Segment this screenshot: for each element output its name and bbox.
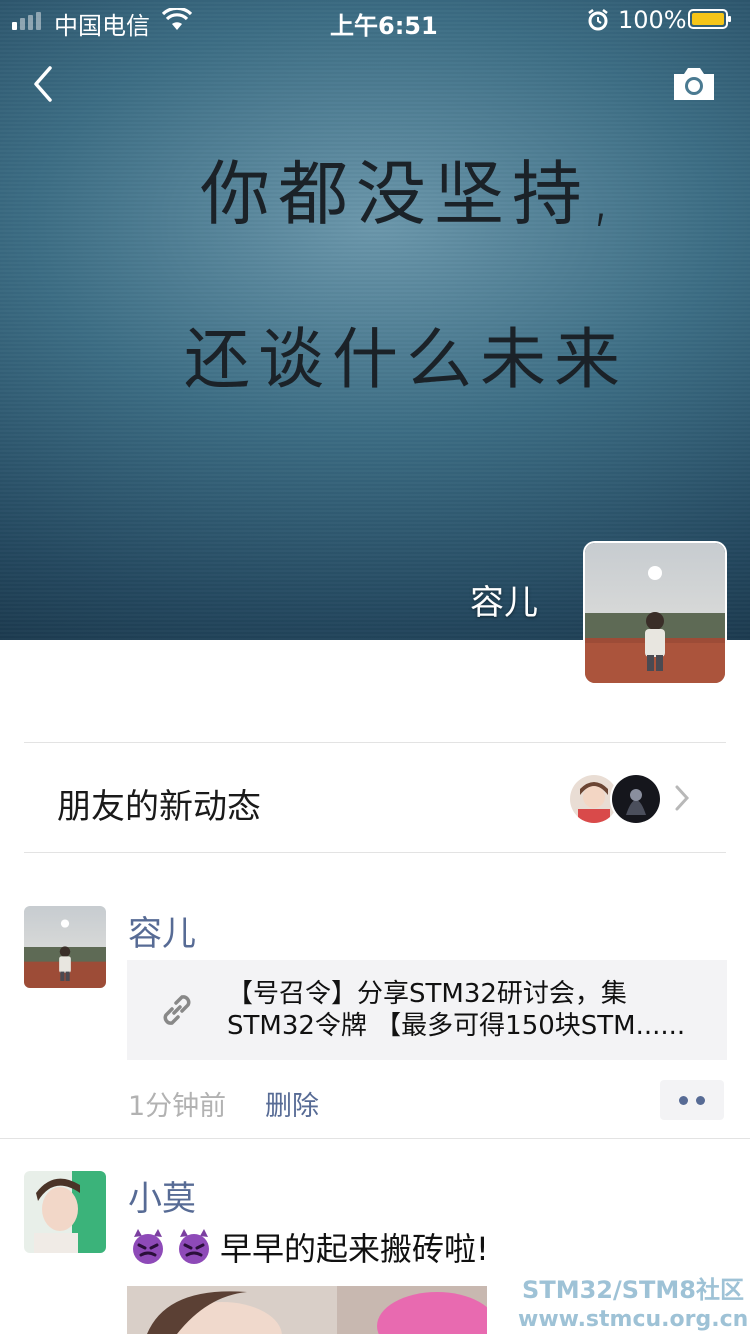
- divider: [0, 1138, 750, 1139]
- more-dot: [696, 1096, 705, 1105]
- devil-emoji-icon: [179, 1229, 209, 1264]
- post-author-name[interactable]: 小莫: [128, 1171, 196, 1220]
- shared-link-title-line2: STM32令牌 【最多可得150块STM......: [227, 1011, 686, 1041]
- cover-text-line1: 你都没坚持,: [200, 153, 621, 235]
- more-actions-button[interactable]: [660, 1080, 724, 1120]
- carrier-label: 中国电信: [54, 12, 150, 40]
- alarm-icon: [588, 9, 608, 31]
- wifi-icon: [162, 8, 192, 30]
- signal-icon: [12, 12, 41, 30]
- status-time: 上午6:51: [330, 12, 438, 40]
- post-timestamp: 1分钟前: [128, 1091, 227, 1122]
- friends-updates-row[interactable]: 朋友的新动态: [24, 743, 726, 853]
- owner-avatar[interactable]: [585, 543, 725, 683]
- watermark-line1: STM32/STM8社区: [522, 1276, 744, 1304]
- chevron-right-icon: [675, 785, 690, 811]
- watermark: STM32/STM8社区 www.stmcu.org.cn: [518, 1270, 749, 1332]
- divider: [24, 852, 726, 853]
- post-avatar[interactable]: [24, 906, 106, 988]
- status-bar: 中国电信 上午6:51 100%: [0, 0, 750, 40]
- battery-percent: 100%: [618, 6, 687, 34]
- friends-updates-label: 朋友的新动态: [57, 787, 261, 827]
- shared-link-card[interactable]: 【号召令】分享STM32研讨会，集 STM32令牌 【最多可得150块STM..…: [127, 960, 727, 1060]
- shared-link-title: 【号召令】分享STM32研讨会，集 STM32令牌 【最多可得150块STM..…: [227, 978, 717, 1042]
- delete-button[interactable]: 删除: [265, 1084, 319, 1123]
- link-icon: [163, 995, 191, 1025]
- avatar-artwork: [585, 543, 725, 683]
- post-photo[interactable]: [127, 1286, 487, 1334]
- friend-avatar: [610, 773, 662, 825]
- post-avatar[interactable]: [24, 1171, 106, 1253]
- post-author-name[interactable]: 容儿: [128, 906, 196, 955]
- devil-emoji-icon: [133, 1229, 163, 1264]
- watermark-line2: www.stmcu.org.cn: [518, 1307, 749, 1332]
- post-text-content: 早早的起来搬砖啦!: [220, 1230, 489, 1268]
- cover-text-line2: 还谈什么未来: [184, 321, 628, 398]
- back-icon[interactable]: [26, 64, 66, 104]
- battery-icon: [688, 9, 731, 29]
- camera-icon[interactable]: [670, 64, 718, 104]
- owner-name: 容儿: [470, 583, 538, 623]
- shared-link-title-line1: 【号召令】分享STM32研讨会，集: [227, 979, 627, 1009]
- post-text: 早早的起来搬砖啦!: [128, 1224, 489, 1270]
- more-dot: [679, 1096, 688, 1105]
